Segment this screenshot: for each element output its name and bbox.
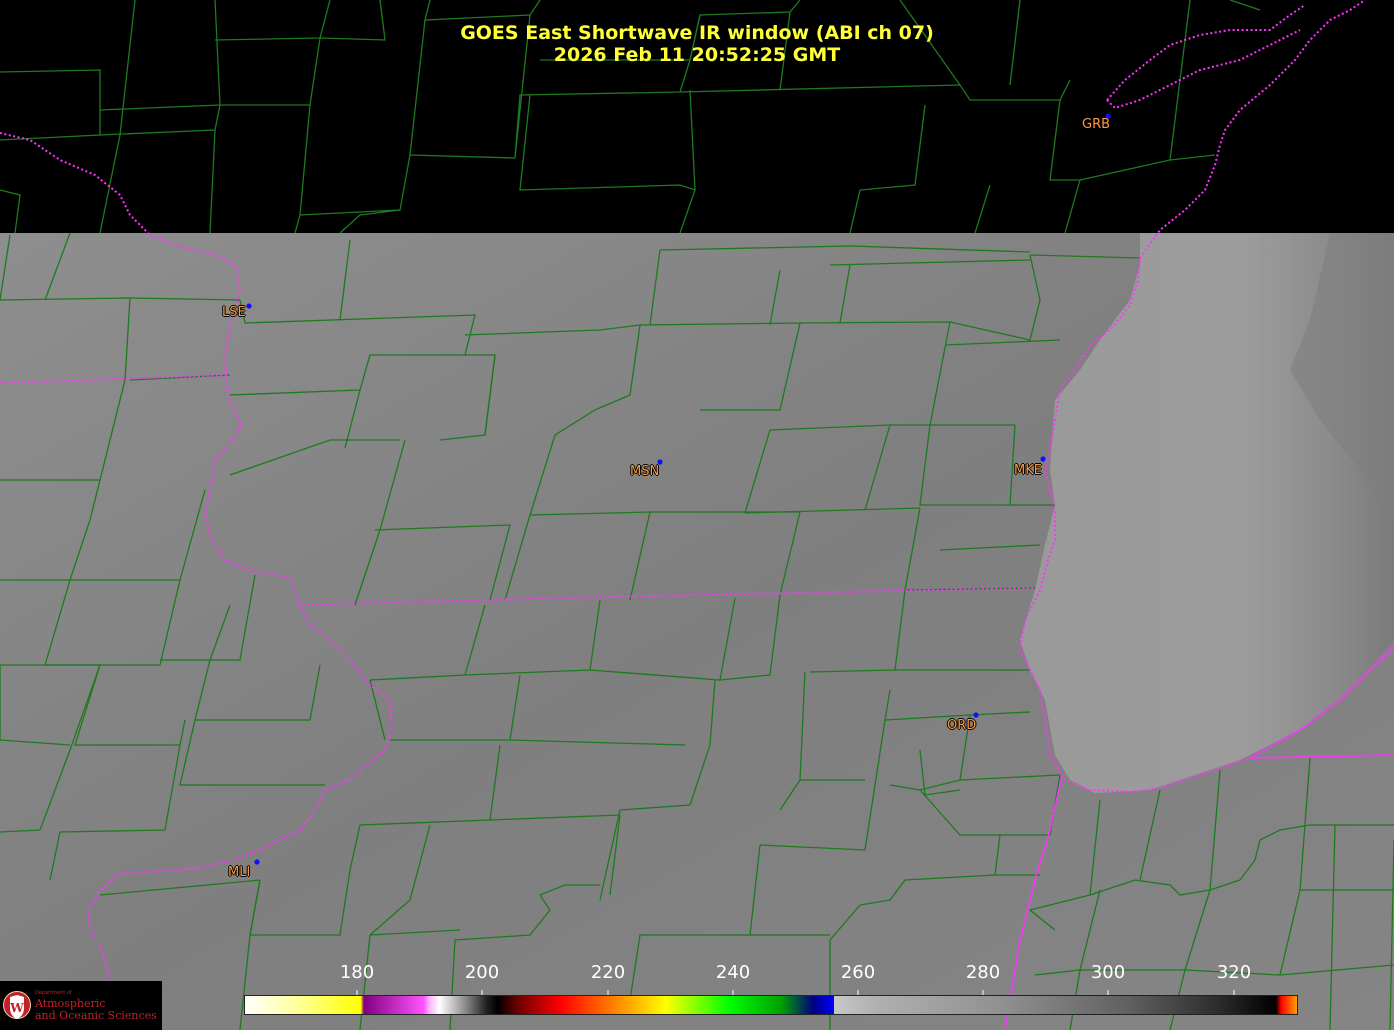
- logo-small-text: Department of: [35, 990, 72, 996]
- uw-crest-icon: W: [3, 991, 31, 1019]
- station-label-mke: MKE: [1014, 463, 1042, 478]
- colorbar-tick-label: 200: [464, 962, 500, 983]
- colorbar-tick-label: 180: [339, 962, 375, 983]
- temperature-colorbar: [244, 995, 1298, 1015]
- title-line-1: GOES East Shortwave IR window (ABI ch 07…: [460, 22, 934, 44]
- aos-logo: W Department of Atmospheric and Oceanic …: [0, 981, 162, 1030]
- colorbar-tick-label: 300: [1090, 962, 1126, 983]
- colorbar-tick-label: 320: [1216, 962, 1252, 983]
- station-dot-ord: [973, 712, 979, 718]
- colorbar-tick-label: 240: [715, 962, 751, 983]
- station-label-grb: GRB: [1082, 117, 1111, 132]
- svg-text:W: W: [9, 1001, 24, 1015]
- station-label-mli: MLI: [228, 865, 251, 880]
- station-dot-lse: [246, 303, 252, 309]
- station-label-ord: ORD: [947, 718, 977, 733]
- logo-line-2: and Oceanic Sciences: [35, 1009, 157, 1022]
- title-line-2: 2026 Feb 11 20:52:25 GMT: [553, 44, 841, 66]
- station-label-lse: LSE: [222, 305, 246, 320]
- colorbar-tick-label: 220: [590, 962, 626, 983]
- colorbar-tick-label: 260: [840, 962, 876, 983]
- station-dot-mli: [254, 859, 260, 865]
- colorbar-tick-label: 280: [965, 962, 1001, 983]
- satellite-map: [0, 0, 1394, 1030]
- station-dot-mke: [1040, 456, 1046, 462]
- station-label-msn: MSN: [630, 464, 660, 479]
